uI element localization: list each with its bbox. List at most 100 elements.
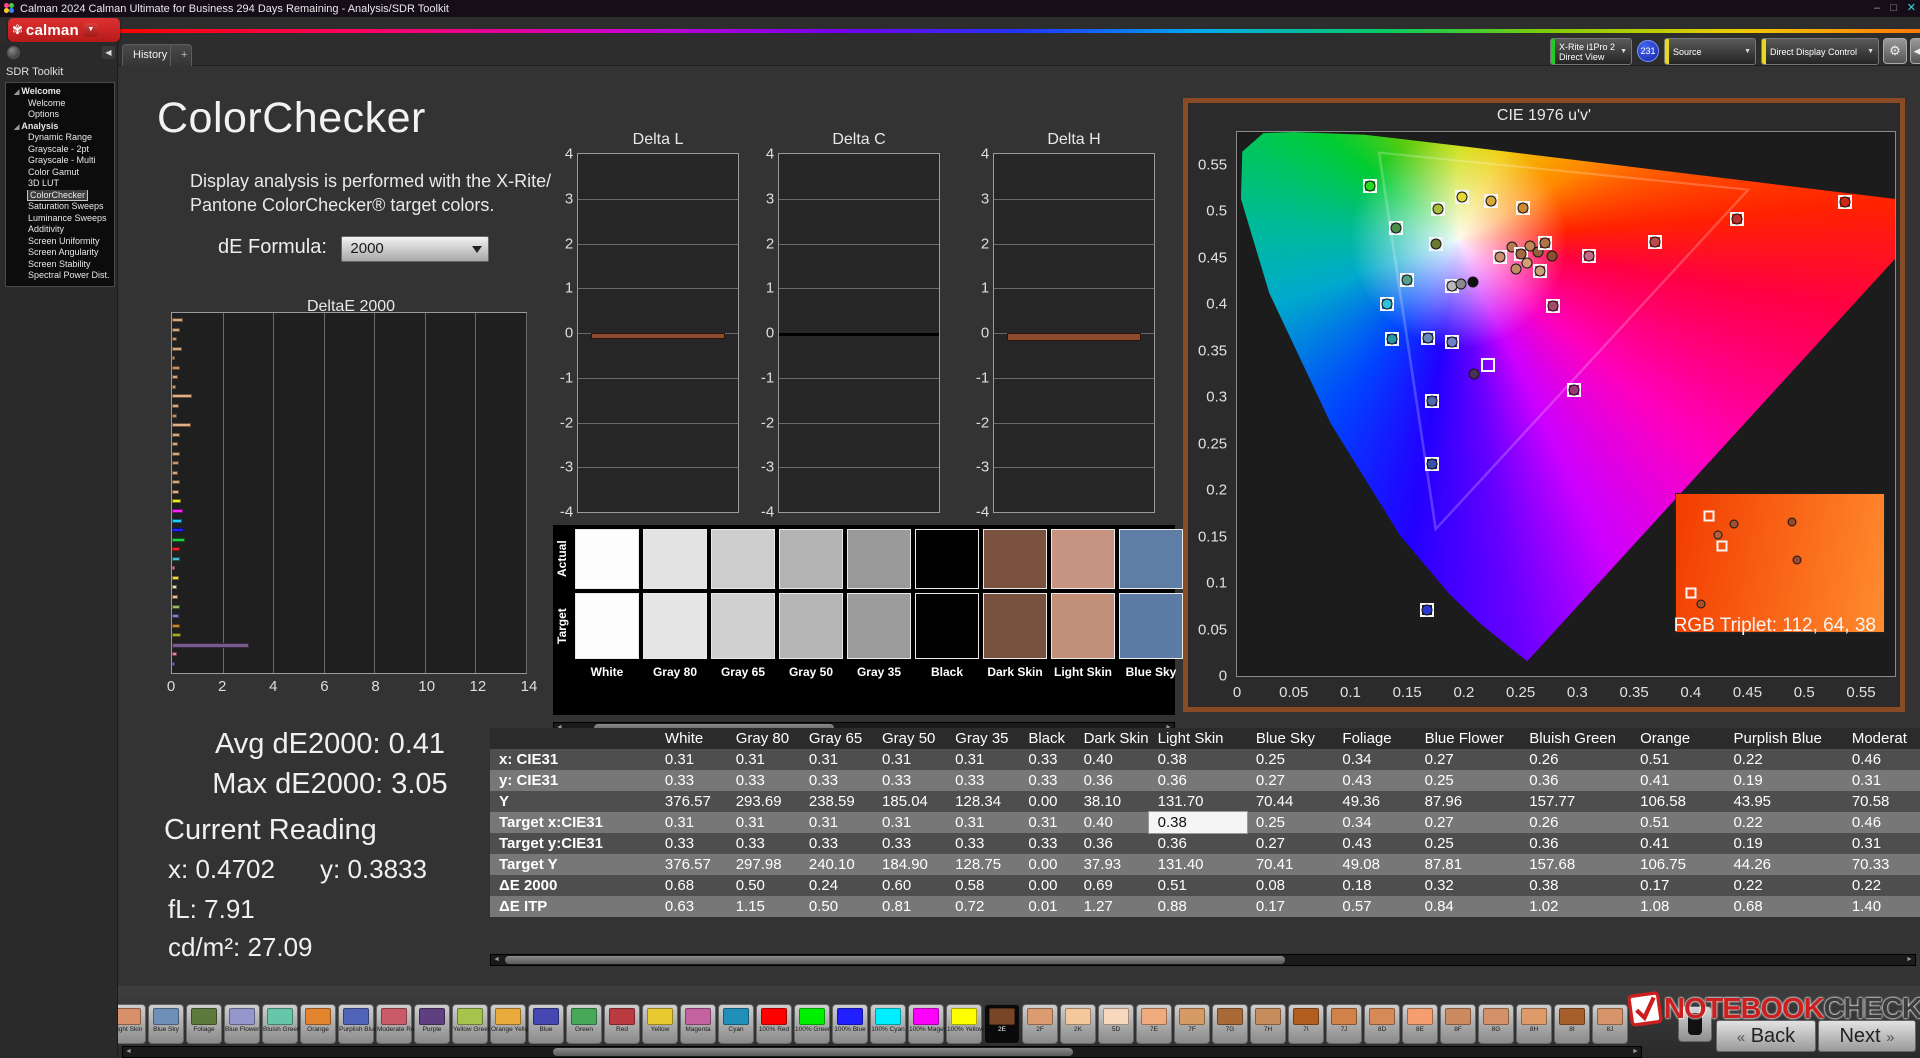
patch-button-100-magenta[interactable]: 100% Magenta [908,1004,953,1044]
patch-button-bluish-green[interactable]: Bluish Green [262,1004,301,1044]
sidebar-item-analysis[interactable]: ◢ Analysis [6,121,114,133]
scroll-left-icon[interactable]: ◄ [123,1047,134,1057]
patch-button-7h[interactable]: 7H [1250,1004,1286,1044]
patch-button-orange[interactable]: Orange [300,1004,336,1044]
sidebar-collapse-icon[interactable]: ◀ [102,46,115,59]
sidebar-item-screen-uniformity[interactable]: Screen Uniformity [6,236,114,248]
deltae-bar [172,518,183,523]
meter-count-badge[interactable]: 231 [1637,40,1659,62]
scroll-right-icon[interactable]: ► [1904,955,1915,965]
patch-button-100-yellow[interactable]: 100% Yellow [946,1004,984,1044]
sidebar-item-screen-stability[interactable]: Screen Stability [6,259,114,271]
table-cell: 0.31 [655,812,727,833]
swatch-actual-light-skin [1051,529,1115,589]
table-scrollbar[interactable]: ◄ ► [490,954,1916,966]
add-tab-button[interactable]: + [170,44,192,66]
patch-button-7i[interactable]: 7I [1288,1004,1324,1044]
patch-button-2e[interactable]: 2E [984,1004,1020,1044]
table-cell: 0.00 [1019,875,1075,896]
patch-button-light-skin[interactable]: Light Skin [118,1004,146,1044]
x-tick-label: 0.5 [1793,684,1815,702]
patch-color-chip [457,1008,483,1025]
patch-button-8d[interactable]: 8D [1364,1004,1400,1044]
patch-button-green[interactable]: Green [566,1004,602,1044]
patch-button-100-green[interactable]: 100% Green [794,1004,832,1044]
sidebar-item-color-gamut[interactable]: Color Gamut [6,167,114,179]
swatch-target-gray-80 [643,593,707,659]
source-dropdown[interactable]: Source ▼ [1664,38,1756,65]
table-cell: 0.33 [799,833,874,854]
calman-logo-button[interactable]: ✾ calman ▼ [8,18,120,42]
patch-button-2k[interactable]: 2K [1060,1004,1096,1044]
sidebar-item-spectral-power-dist-[interactable]: Spectral Power Dist. [6,270,114,282]
patch-button-blue[interactable]: Blue [528,1004,564,1044]
patch-button-8f[interactable]: 8F [1440,1004,1476,1044]
patch-button-red[interactable]: Red [604,1004,640,1044]
patch-button-8e[interactable]: 8E [1402,1004,1438,1044]
patch-button-yellow-green[interactable]: Yellow Green [452,1004,491,1044]
table-cell: 0.00 [1019,791,1075,812]
cie-measured-dot [1517,202,1529,214]
sidebar-item-3d-lut[interactable]: 3D LUT [6,178,114,190]
cie-measured-dot [1534,265,1546,277]
patch-button-8i[interactable]: 8I [1554,1004,1590,1044]
gridline [222,313,224,673]
patch-button-moderate-red[interactable]: Moderate Red [376,1004,418,1044]
patch-button-100-cyan[interactable]: 100% Cyan [870,1004,906,1044]
sidebar-item-luminance-sweeps[interactable]: Luminance Sweeps [6,213,114,225]
patch-button-cyan[interactable]: Cyan [718,1004,754,1044]
patch-button-7e[interactable]: 7E [1136,1004,1172,1044]
patch-button-100-blue[interactable]: 100% Blue [832,1004,868,1044]
de-formula-select[interactable]: 2000 [341,236,490,262]
patch-button-foliage[interactable]: Foliage [186,1004,222,1044]
close-button[interactable]: ✕ [1907,1,1916,15]
gridline [994,377,1154,379]
collapse-panel-button[interactable]: ◂ [1910,38,1920,64]
patch-button-2f[interactable]: 2F [1022,1004,1058,1044]
patch-button-8h[interactable]: 8H [1516,1004,1552,1044]
patch-button-purple[interactable]: Purple [414,1004,450,1044]
sidebar-item-welcome[interactable]: Welcome [6,98,114,110]
deltae-bar [172,537,185,542]
settings-gear-button[interactable]: ⚙ [1883,38,1907,64]
patch-button-7j[interactable]: 7J [1326,1004,1362,1044]
display-control-dropdown[interactable]: Direct Display Control ▼ [1761,38,1879,65]
scroll-left-icon[interactable]: ◄ [491,955,502,965]
patch-button-orange-yellow[interactable]: Orange Yellow [490,1004,533,1044]
maximize-button[interactable]: □ [1890,1,1897,15]
patch-button-blue-flower[interactable]: Blue Flower [224,1004,260,1044]
sidebar-item-saturation-sweeps[interactable]: Saturation Sweeps [6,201,114,213]
sidebar-item-grayscale-multi[interactable]: Grayscale - Multi [6,155,114,167]
patch-button-7f[interactable]: 7F [1174,1004,1210,1044]
sidebar-item-colorchecker[interactable]: ColorChecker [6,189,114,202]
patch-color-chip [913,1008,939,1025]
patch-button-100-red[interactable]: 100% Red [756,1004,792,1044]
y-tick-label: 4 [564,145,574,163]
sidebar-item-welcome[interactable]: ◢ Welcome [6,86,114,98]
scroll-right-icon[interactable]: ► [1630,1047,1641,1057]
patch-button-yellow[interactable]: Yellow [642,1004,678,1044]
patch-label: Blue Sky [153,1026,179,1033]
sidebar-item-additivity[interactable]: Additivity [6,224,114,236]
patch-button-5d[interactable]: 5D [1098,1004,1134,1044]
meter-dropdown[interactable]: X-Rite i1Pro 2 Direct View ▼ [1550,38,1632,65]
table-cell: 0.43 [1333,833,1416,854]
sidebar-item-options[interactable]: Options [6,109,114,121]
patch-color-chip [875,1008,901,1025]
workflow-radio-icon[interactable] [7,46,20,59]
patch-button-magenta[interactable]: Magenta [680,1004,716,1044]
patch-button-purplish-blue[interactable]: Purplish Blue [338,1004,378,1044]
sidebar-item-screen-angularity[interactable]: Screen Angularity [6,247,114,259]
minimize-button[interactable]: – [1874,1,1880,15]
patch-button-8j[interactable]: 8J [1592,1004,1628,1044]
patch-button-7g[interactable]: 7G [1212,1004,1248,1044]
y-tick-label: -1 [559,369,574,387]
y-tick-label: 3 [765,190,775,208]
sidebar-item-dynamic-range[interactable]: Dynamic Range [6,132,114,144]
sidebar-item-grayscale-2pt[interactable]: Grayscale - 2pt [6,144,114,156]
patch-button-blue-sky[interactable]: Blue Sky [148,1004,184,1044]
patch-label: Purplish Blue [339,1026,378,1033]
patch-strip-scrollbar[interactable]: ◄ ► [122,1046,1642,1058]
patch-button-8g[interactable]: 8G [1478,1004,1514,1044]
logo-dropdown-arrow-icon[interactable]: ▼ [83,23,98,37]
